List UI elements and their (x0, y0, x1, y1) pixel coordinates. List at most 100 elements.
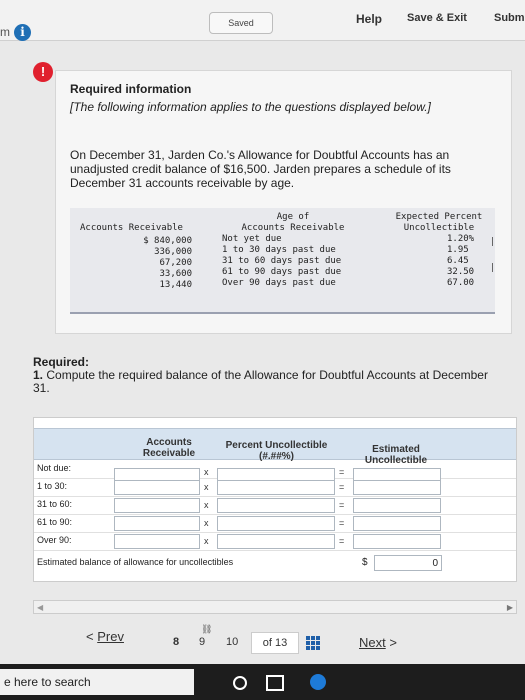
table-row: 1 to 30: x = (34, 478, 516, 497)
table-divider (492, 263, 493, 272)
table-divider (492, 237, 493, 246)
required-label: Required: (33, 355, 90, 369)
aging-pct: 1.20% (447, 234, 475, 244)
estimated-input[interactable] (353, 480, 441, 495)
ar-input[interactable] (114, 480, 200, 495)
table-row: Not due: x = (34, 460, 516, 483)
link-icon: ⛓ (201, 624, 213, 634)
horizontal-scrollbar[interactable]: ◀ ▶ (33, 600, 517, 614)
equals-operator: = (339, 500, 345, 510)
aging-col-header-age: Age of (276, 212, 310, 222)
question-body: Compute the required balance of the Allo… (33, 368, 488, 395)
title-fragment: m (0, 25, 10, 39)
aging-schedule: Accounts Receivable $ 840,000 336,000 67… (70, 208, 495, 314)
table-row: 31 to 60: x = (34, 496, 516, 515)
aging-amount: 67,200 (159, 258, 192, 268)
aging-col-header-age: Accounts Receivable (241, 223, 345, 233)
estimated-input[interactable] (353, 516, 441, 531)
total-value: 0 (432, 558, 438, 569)
equals-operator: = (339, 518, 345, 528)
table-row: 61 to 90: x = (34, 514, 516, 533)
equals-operator: = (339, 536, 345, 546)
total-label: Estimated balance of allowance for uncol… (37, 557, 234, 567)
aging-amount: 13,440 (159, 280, 192, 290)
aging-col-header-pct: Expected Percent (395, 212, 483, 222)
taskbar-search[interactable]: e here to search (0, 669, 194, 695)
percent-input[interactable] (217, 498, 335, 513)
total-estimated-field: 0 (374, 555, 442, 571)
saved-indicator: Saved (209, 12, 273, 34)
aging-amount: 33,600 (159, 269, 192, 279)
row-label: Not due: (37, 463, 72, 473)
times-operator: x (204, 500, 209, 510)
equals-operator: = (339, 467, 345, 477)
percent-input[interactable] (217, 480, 335, 495)
table-row: Over 90: x = (34, 532, 516, 551)
aging-pct: 6.45 (447, 256, 469, 266)
row-label: 31 to 60: (37, 499, 73, 509)
times-operator: x (204, 482, 209, 492)
page-8-button[interactable]: 8 (173, 636, 179, 648)
times-operator: x (204, 467, 209, 477)
aging-age: 61 to 90 days past due (222, 267, 342, 277)
aging-pct-column: Expected Percent Uncollectible 1.20% 1.9… (383, 212, 495, 289)
header-percent-uncollectible: Percent Uncollectible (#.##%) (225, 440, 328, 462)
aging-age: 1 to 30 days past due (222, 245, 336, 255)
percent-input[interactable] (217, 534, 335, 549)
grid-icon[interactable] (306, 636, 320, 650)
aging-amount: 336,000 (154, 247, 192, 257)
ar-input[interactable] (114, 498, 200, 513)
info-icon[interactable]: i (14, 24, 31, 41)
aging-col-header-pct: Uncollectible (403, 223, 475, 233)
scroll-left-icon[interactable]: ◀ (37, 603, 43, 612)
cortana-icon[interactable] (233, 676, 247, 690)
ar-input[interactable] (114, 516, 200, 531)
aging-amount: $ 840,000 (143, 236, 192, 246)
next-button[interactable]: Next > (359, 635, 397, 650)
header-accounts-receivable: Accounts Receivable (142, 437, 196, 459)
row-label: 61 to 90: (37, 517, 73, 527)
aging-age-column: Age of Accounts Receivable Not yet due 1… (222, 212, 364, 289)
taskbar: e here to search (0, 664, 525, 700)
page-9-button[interactable]: 9 (199, 636, 205, 648)
aging-amounts: $ 840,000 336,000 67,200 33,600 13,440 (80, 236, 192, 291)
estimated-input[interactable] (353, 498, 441, 513)
save-exit-button[interactable]: Save & Exit (407, 12, 467, 24)
question-text: 1. Compute the required balance of the A… (33, 369, 503, 395)
task-view-icon[interactable] (266, 675, 284, 691)
scroll-right-icon[interactable]: ▶ (507, 603, 513, 612)
prev-label: Prev (97, 629, 124, 644)
page-of-selector[interactable]: of 13 (251, 632, 299, 654)
answer-table: Accounts Receivable Percent Uncollectibl… (33, 417, 517, 582)
row-label: Over 90: (37, 535, 72, 545)
browser-icon[interactable] (310, 674, 326, 690)
help-link[interactable]: Help (356, 12, 382, 26)
aging-age: Not yet due (222, 234, 282, 244)
answer-table-header: Accounts Receivable Percent Uncollectibl… (34, 428, 516, 466)
problem-paragraph: On December 31, Jarden Co.'s Allowance f… (70, 148, 451, 190)
page-10-button[interactable]: 10 (226, 636, 238, 648)
equals-operator: = (339, 482, 345, 492)
aging-age: Over 90 days past due (222, 278, 336, 288)
top-bar: m i Saved Help Save & Exit Subm (0, 0, 525, 41)
aging-col-header-ar: Accounts Receivable (80, 223, 183, 233)
estimated-input[interactable] (353, 534, 441, 549)
aging-pct: 67.00 (447, 278, 475, 288)
total-row: Estimated balance of allowance for uncol… (34, 554, 516, 572)
required-info-title: Required information (70, 82, 192, 96)
times-operator: x (204, 536, 209, 546)
prev-button[interactable]: < Prev (86, 629, 124, 644)
percent-input[interactable] (217, 516, 335, 531)
aging-pct: 1.95 (447, 245, 469, 255)
times-operator: x (204, 518, 209, 528)
next-label: Next (359, 635, 386, 650)
required-info-note: [The following information applies to th… (70, 100, 431, 114)
submit-button[interactable]: Subm (494, 12, 525, 24)
currency-symbol: $ (362, 557, 368, 568)
question-navigation: < Prev 8 ⛓ 9 10 of 13 Next > (0, 615, 525, 665)
question-number: 1. (33, 368, 44, 382)
alert-icon: ! (33, 62, 53, 82)
aging-pct: 32.50 (447, 267, 475, 277)
aging-age: 31 to 60 days past due (222, 256, 342, 266)
ar-input[interactable] (114, 534, 200, 549)
